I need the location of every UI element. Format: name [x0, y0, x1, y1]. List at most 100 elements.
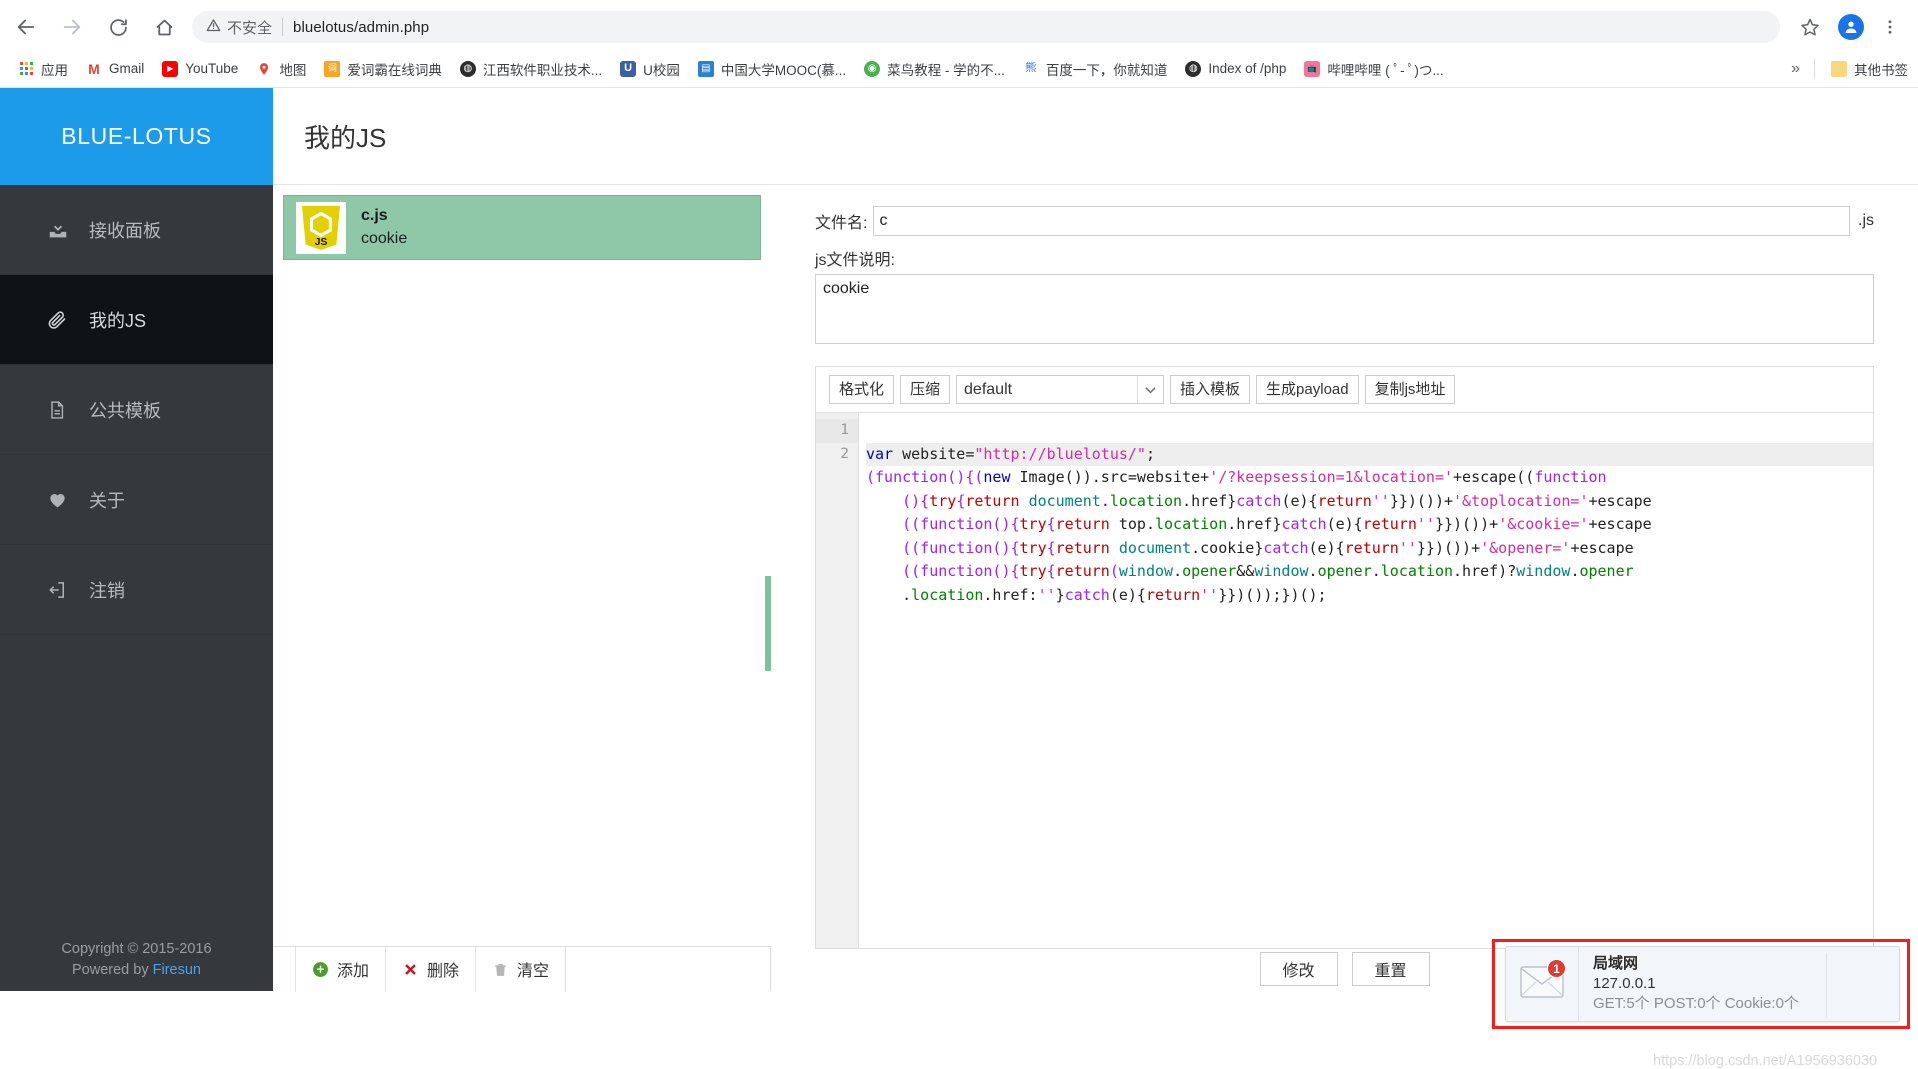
browser-nav-bar: 不安全 bluelotus/admin.php	[0, 4, 1918, 50]
sidebar-item-my-js[interactable]: 我的JS	[0, 275, 273, 365]
bookmark-label: Gmail	[109, 61, 145, 76]
logout-icon	[47, 580, 75, 600]
line-number-gutter: 1 2	[816, 413, 859, 948]
bookmark-label: 应用	[41, 62, 68, 78]
file-desc-text: cookie	[361, 230, 408, 247]
sidebar-item-label: 接收面板	[89, 220, 161, 241]
delete-button[interactable]: 删除	[385, 946, 477, 992]
sidebar-item-label: 注销	[89, 580, 125, 601]
sidebar-item-public-templates[interactable]: 公共模板	[0, 365, 273, 455]
back-arrow-icon[interactable]	[6, 7, 46, 47]
bookmark-apps[interactable]: 应用	[10, 55, 76, 83]
brand-logo[interactable]: BLUE-LOTUS	[0, 88, 273, 185]
bookmark-label: 江西软件职业技术...	[482, 62, 603, 78]
bookmark-label: 爱词霸在线词典	[347, 62, 442, 78]
bookmark-maps[interactable]: 地图	[248, 55, 314, 83]
bookmark-label: 菜鸟教程 - 学的不...	[887, 62, 1005, 78]
list-item[interactable]: JS c.js cookie	[283, 195, 761, 260]
notification-badge: 1	[1547, 959, 1566, 978]
minify-button[interactable]: 压缩	[900, 375, 951, 404]
u-icon: U	[620, 60, 637, 77]
list-item-meta: c.js cookie	[361, 205, 407, 250]
kebab-menu-icon[interactable]	[1872, 9, 1908, 45]
js-editor-form: 文件名: .js js文件说明: 格式化 压缩 default 插入模板 生成p…	[771, 186, 1918, 991]
page-title: 我的JS	[304, 122, 387, 153]
notification-title: 局域网	[1593, 955, 1639, 972]
sidebar-item-receive-panel[interactable]: 接收面板	[0, 185, 273, 275]
address-bar[interactable]: 不安全 bluelotus/admin.php	[192, 11, 1780, 43]
app-root: BLUE-LOTUS 接收面板 我的JS 公共模板 关于 注销 Copyrigh…	[0, 88, 1918, 1069]
bookmark-index-of-php[interactable]: ◍ Index of /php	[1177, 55, 1294, 83]
template-select[interactable]: default	[956, 375, 1165, 404]
security-label: 不安全	[227, 19, 273, 37]
bookmark-label: 地图	[279, 62, 307, 78]
maps-pin-icon	[256, 61, 272, 77]
sidebar-item-label: 关于	[89, 490, 125, 511]
not-secure-warning-icon	[206, 18, 221, 37]
file-name-text: c.js	[361, 207, 388, 224]
clear-button[interactable]: 清空	[475, 946, 567, 992]
filename-input[interactable]	[873, 206, 1850, 236]
notification-toast[interactable]: 1 局域网 127.0.0.1 GET:5个 POST:0个 Cookie:0个	[1505, 946, 1900, 1022]
powered-by-text: Powered by Firesun	[0, 960, 273, 981]
sidebar: BLUE-LOTUS 接收面板 我的JS 公共模板 关于 注销 Copyrigh…	[0, 88, 273, 991]
js-shield-icon: JS	[296, 201, 346, 254]
folder-icon	[1831, 60, 1847, 77]
notification-ip: 127.0.0.1	[1593, 975, 1656, 992]
notification-icon-wrap: 1	[1506, 946, 1579, 1022]
apps-grid-icon	[18, 61, 34, 77]
home-icon[interactable]	[144, 7, 184, 47]
reset-button[interactable]: 重置	[1351, 952, 1430, 986]
watermark-text: https://blog.csdn.net/A1956936030	[1653, 1053, 1878, 1069]
bookmark-iciba[interactable]: 词 爱词霸在线词典	[316, 55, 450, 83]
modify-button[interactable]: 修改	[1259, 952, 1338, 986]
bookmark-bilibili[interactable]: 📺 哔哩哔哩 ( ﾟ- ﾟ)つ...	[1296, 55, 1451, 83]
star-icon[interactable]	[1792, 9, 1828, 45]
bookmark-runoob[interactable]: ◉ 菜鸟教程 - 学的不...	[856, 55, 1013, 83]
editor-toolbar: 格式化 压缩 default 插入模板 生成payload 复制js地址	[816, 367, 1873, 412]
generate-payload-button[interactable]: 生成payload	[1256, 375, 1359, 404]
trash-icon	[492, 961, 509, 978]
bookmark-uxiaoyuan[interactable]: U U校园	[612, 55, 688, 83]
line-number: 1	[816, 419, 858, 443]
bookmark-label: 哔哩哔哩 ( ﾟ- ﾟ)つ...	[1327, 62, 1444, 78]
bookmark-label: Index of /php	[1208, 61, 1287, 76]
add-button[interactable]: 添加	[295, 946, 387, 992]
insert-template-button[interactable]: 插入模板	[1170, 375, 1251, 404]
template-select-value: default	[964, 380, 1013, 398]
mooc-icon: ▤	[697, 60, 714, 77]
security-chip[interactable]: 不安全	[206, 17, 272, 38]
other-bookmarks-folder[interactable]: 其他书签	[1823, 55, 1916, 83]
bookmark-mooc[interactable]: ▤ 中国大学MOOC(慕...	[690, 55, 854, 83]
firesun-link[interactable]: Firesun	[153, 962, 201, 978]
reload-icon[interactable]	[98, 7, 138, 47]
svg-text:JS: JS	[315, 236, 328, 248]
code-area[interactable]: 1 2 var website="http://bluelotus/"; (fun…	[816, 412, 1873, 948]
bookmark-youtube[interactable]: ▶ YouTube	[154, 55, 246, 83]
description-label: js文件说明:	[815, 252, 896, 269]
bookmark-baidu[interactable]: 熊 百度一下，你就知道	[1015, 55, 1176, 83]
chevron-down-icon[interactable]	[1137, 376, 1163, 403]
sidebar-item-logout[interactable]: 注销	[0, 545, 273, 635]
file-list-panel: JS c.js cookie 添加 删除 清空	[273, 186, 771, 992]
bookmarks-overflow-button[interactable]: »	[1777, 60, 1814, 78]
copy-js-url-button[interactable]: 复制js地址	[1364, 375, 1456, 404]
code-text[interactable]: var website="http://bluelotus/"; (functio…	[859, 413, 1873, 948]
clear-button-label: 清空	[517, 963, 550, 980]
copyright-text: Copyright © 2015-2016	[61, 941, 212, 957]
bookmark-label: U校园	[643, 62, 680, 78]
format-button[interactable]: 格式化	[829, 375, 895, 404]
bookmark-label: 百度一下，你就知道	[1045, 62, 1168, 78]
filename-row: 文件名: .js	[815, 206, 1874, 236]
heart-icon	[47, 489, 75, 510]
forward-arrow-icon[interactable]	[52, 7, 92, 47]
document-icon	[47, 400, 75, 420]
bookmark-gmail[interactable]: M Gmail	[78, 55, 152, 83]
other-bookmarks-label: 其他书签	[1854, 62, 1908, 78]
description-textarea[interactable]	[815, 274, 1874, 344]
notification-stats: GET:5个 POST:0个 Cookie:0个	[1593, 995, 1799, 1012]
sidebar-item-about[interactable]: 关于	[0, 455, 273, 545]
notification-body: 局域网 127.0.0.1 GET:5个 POST:0个 Cookie:0个	[1579, 954, 1799, 1014]
avatar[interactable]	[1838, 14, 1864, 40]
bookmark-jxsoft[interactable]: ◍ 江西软件职业技术...	[452, 55, 610, 83]
